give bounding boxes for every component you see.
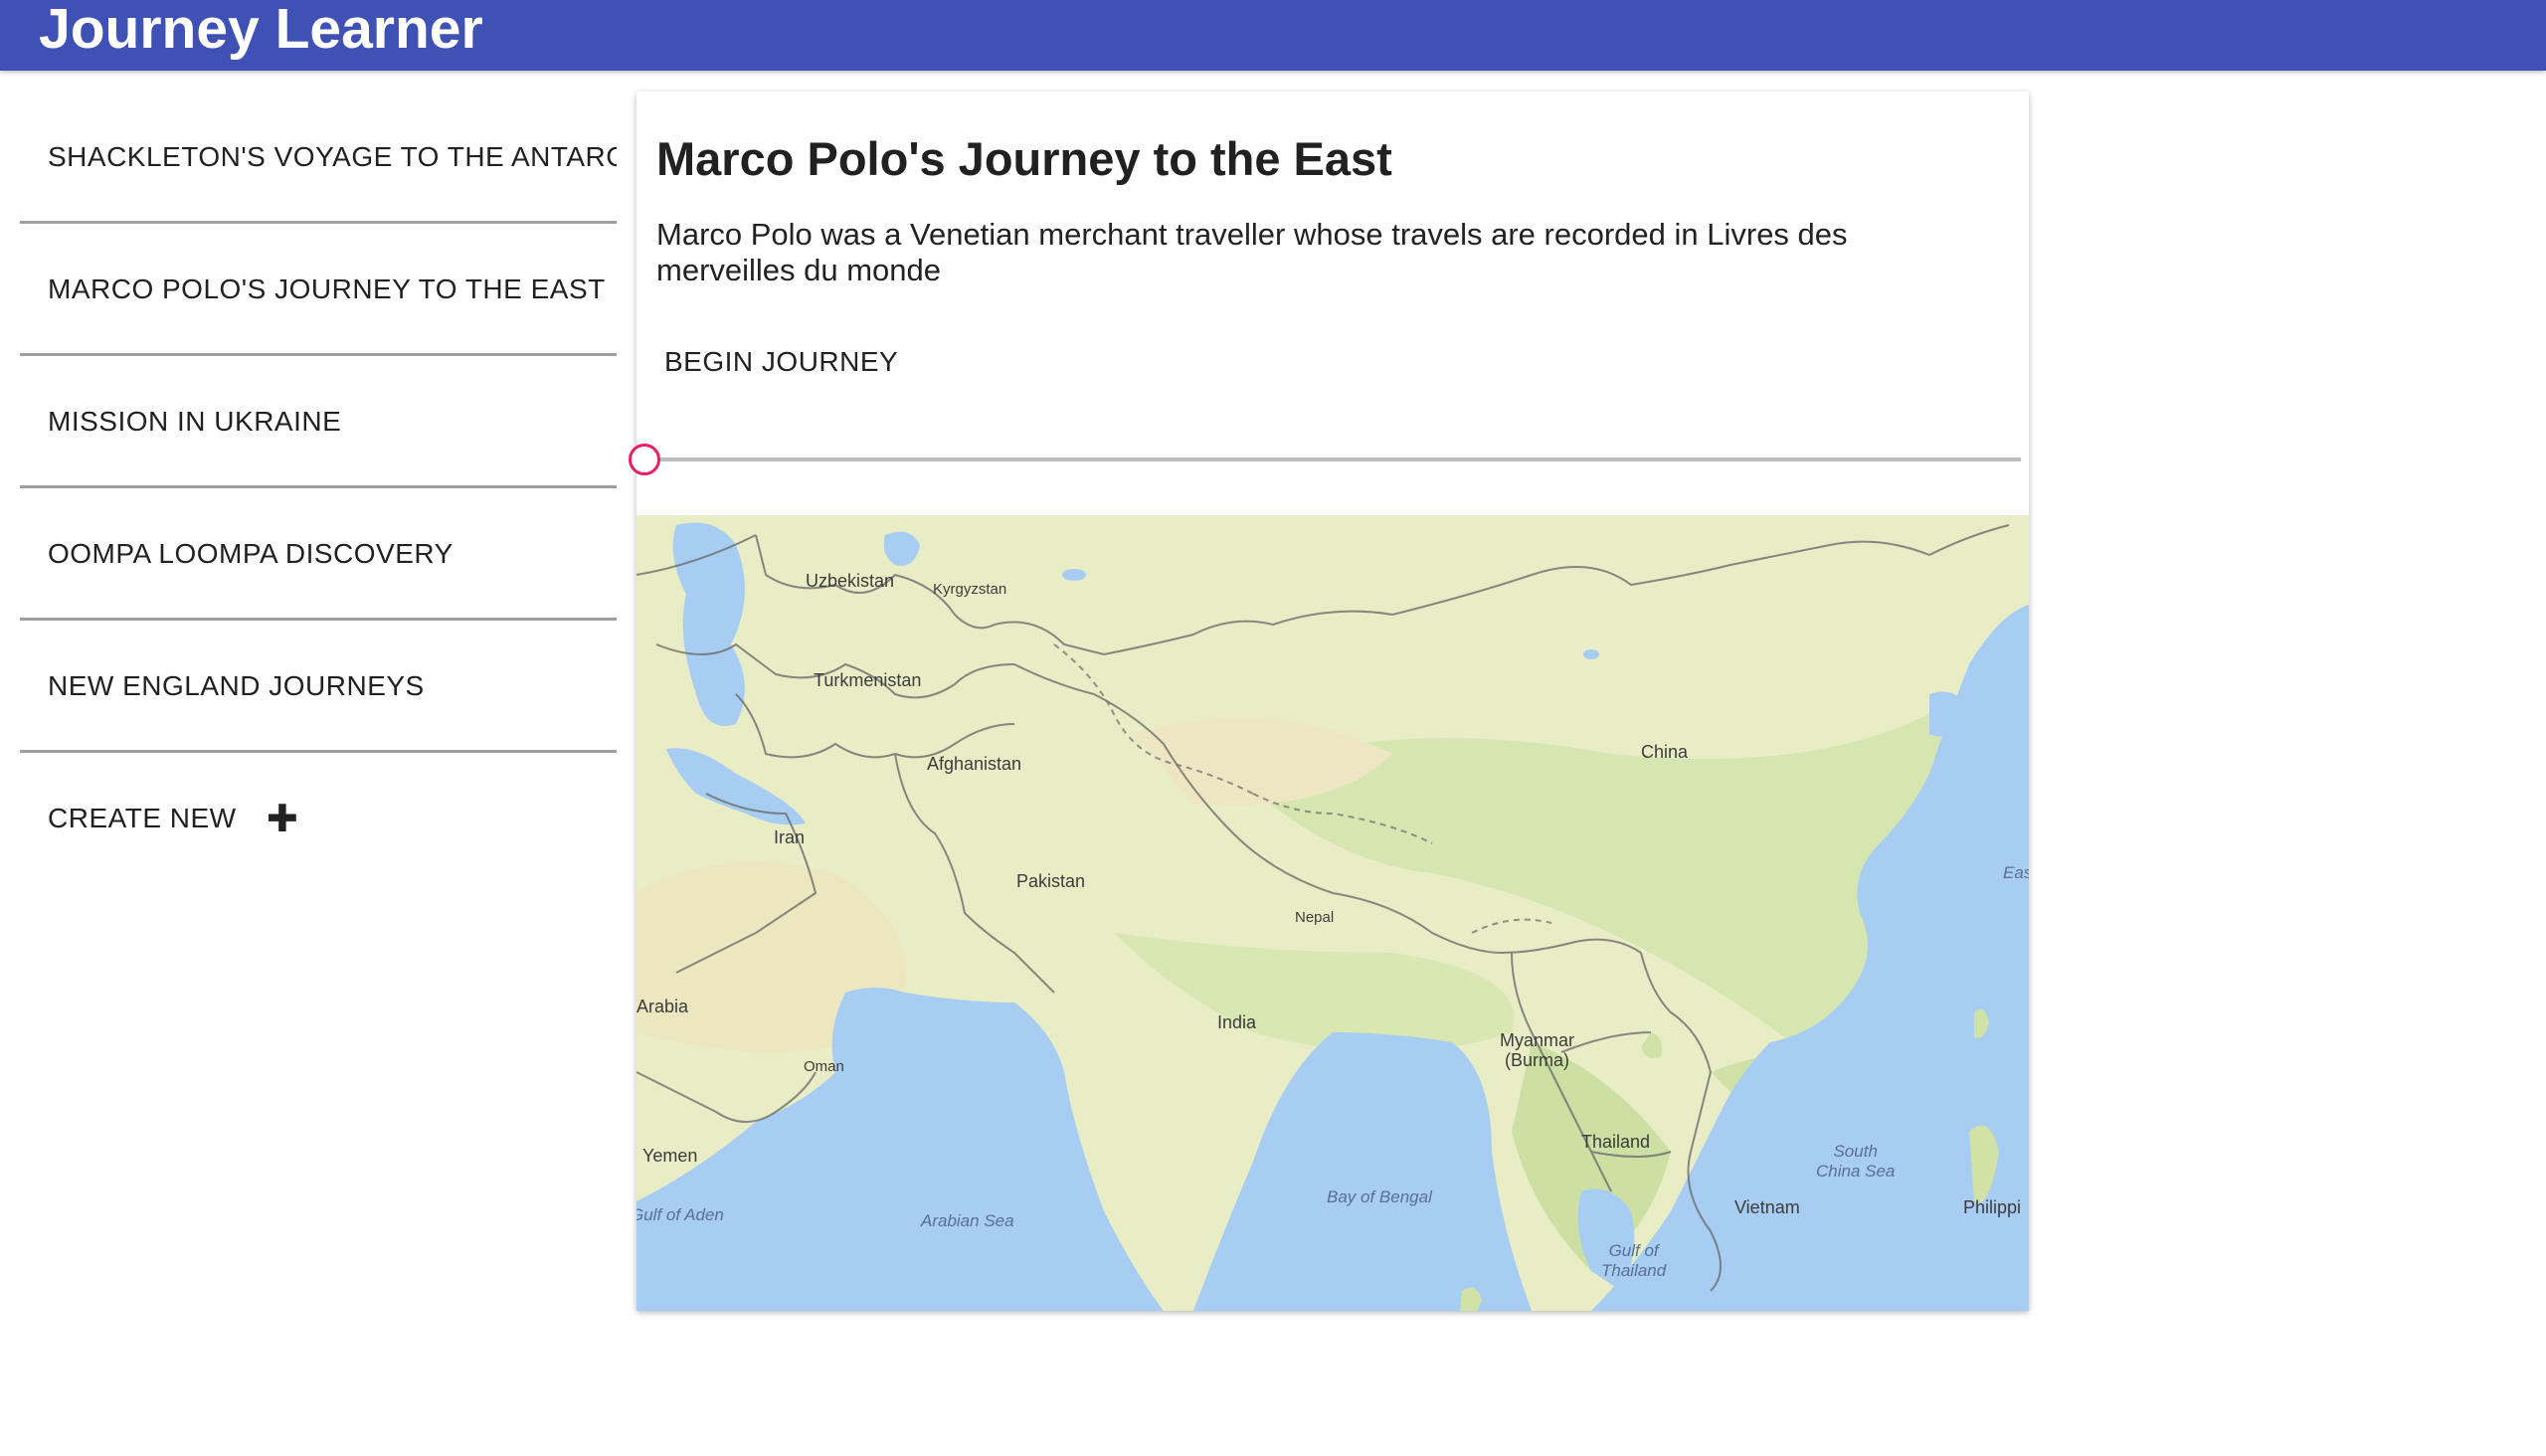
journey-progress-slider[interactable]: [629, 444, 2021, 475]
map-label-bay-of-bengal: Bay of Bengal: [1327, 1187, 1432, 1206]
map-label-china: China: [1641, 742, 1689, 762]
map-label-turkmenistan: Turkmenistan: [814, 670, 922, 690]
journey-list-item-ukraine[interactable]: MISSION IN UKRAINE: [20, 356, 617, 488]
map-label-thailand: Thailand: [1581, 1132, 1651, 1152]
map-label-india: India: [1217, 1012, 1257, 1032]
journey-list-item-label: NEW ENGLAND JOURNEYS: [48, 670, 425, 701]
journey-list-item-oompa-loompa[interactable]: OOMPA LOOMPA DISCOVERY: [20, 488, 617, 621]
app-title: Journey Learner: [39, 0, 483, 61]
journey-list-item-shackleton[interactable]: SHACKLETON'S VOYAGE TO THE ANTARCTIC: [20, 91, 617, 224]
begin-journey-button[interactable]: BEGIN JOURNEY: [650, 340, 912, 384]
journey-list: SHACKLETON'S VOYAGE TO THE ANTARCTIC MAR…: [20, 91, 617, 882]
map-label-yemen: Yemen: [642, 1146, 698, 1166]
map-label-vietnam: Vietnam: [1734, 1197, 1800, 1217]
map-label-gulf-of-thailand: Gulf of Thailand: [1601, 1241, 1667, 1280]
map-label-arabian-sea: Arabian Sea: [921, 1211, 1014, 1230]
journey-title: Marco Polo's Journey to the East: [656, 132, 1392, 185]
journey-card: Marco Polo's Journey to the East Marco P…: [629, 91, 2029, 1311]
journey-description: Marco Polo was a Venetian merchant trave…: [656, 217, 1848, 287]
journey-list-item-label: SHACKLETON'S VOYAGE TO THE ANTARCTIC: [48, 141, 617, 172]
journey-list-item-label: MISSION IN UKRAINE: [48, 406, 342, 437]
journey-list-item-label: MARCO POLO'S JOURNEY TO THE EAST: [48, 273, 606, 304]
create-new-label: CREATE NEW: [48, 803, 237, 833]
map-label-philippines: Philippi: [1963, 1197, 2022, 1217]
map-label-south-china-sea: South China Sea: [1816, 1142, 1896, 1181]
map-label-gulf-of-aden: Gulf of Aden: [636, 1205, 724, 1224]
map-label-uzbekistan: Uzbekistan: [806, 571, 895, 591]
journey-list-item-label: OOMPA LOOMPA DISCOVERY: [48, 538, 454, 569]
map-label-nepal: Nepal: [1295, 909, 1335, 926]
slider-thumb[interactable]: [629, 444, 660, 475]
journey-list-item-new-england[interactable]: NEW ENGLAND JOURNEYS: [20, 621, 617, 753]
map-label-afghanistan: Afghanistan: [927, 754, 1022, 774]
plus-icon: ✚: [267, 799, 298, 840]
map-label-oman: Oman: [804, 1058, 844, 1075]
app-bar: Journey Learner: [0, 0, 2546, 71]
journey-list-item-marco-polo[interactable]: MARCO POLO'S JOURNEY TO THE EAST: [20, 224, 617, 356]
map-label-arabia: Arabia: [636, 997, 689, 1016]
map-label-myanmar: Myanmar (Burma): [1500, 1030, 1575, 1070]
slider-track[interactable]: [644, 457, 2021, 461]
create-new-button[interactable]: CREATE NEW ✚: [20, 753, 617, 882]
map-label-east: Eas: [2003, 863, 2029, 882]
map-label-iran: Iran: [774, 827, 806, 847]
map-label-kyrgyzstan: Kyrgyzstan: [933, 581, 1007, 598]
map-label-pakistan: Pakistan: [1016, 871, 1086, 891]
journey-map[interactable]: Uzbekistan Kyrgyzstan Turkmenistan Afgha…: [636, 515, 2029, 1311]
